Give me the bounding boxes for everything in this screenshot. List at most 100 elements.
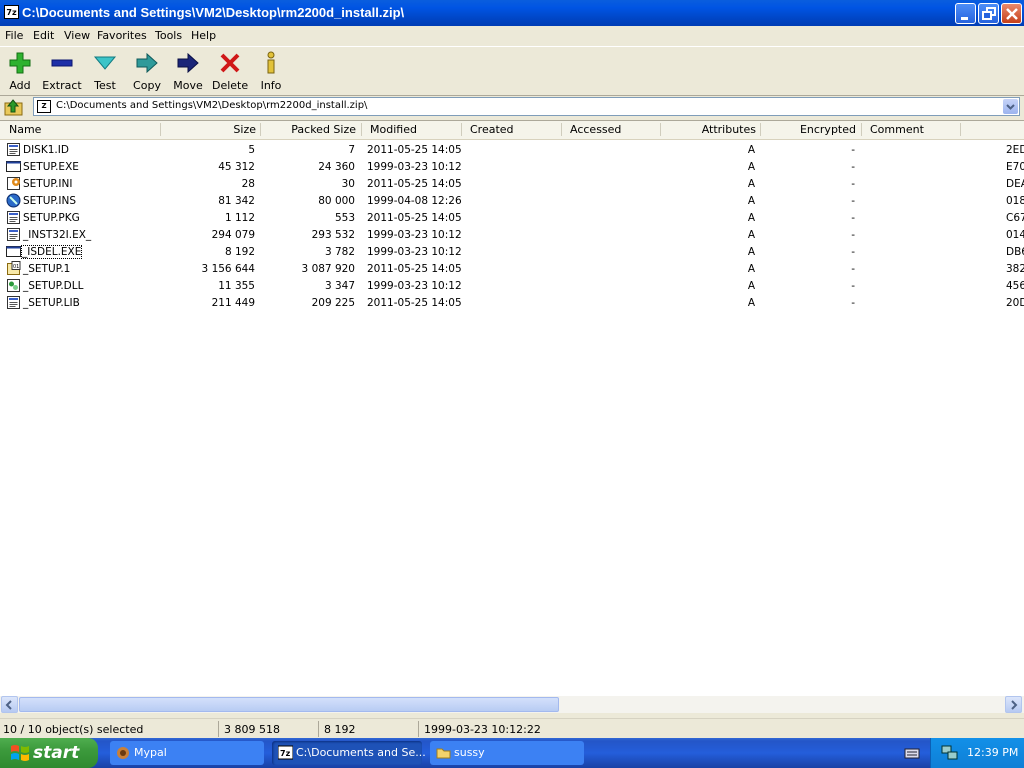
maximize-button[interactable] (978, 3, 999, 24)
move-label: Move (173, 79, 203, 92)
taskbar-item-label: C:\Documents and Se... (296, 746, 426, 759)
mypal-icon (117, 747, 129, 759)
file-size: 28 (241, 178, 255, 190)
delete-icon (220, 53, 240, 73)
file-packed-size: 3 782 (324, 246, 355, 258)
file-row[interactable]: _SETUP.LIB 211 449 209 225 2011-05-25 14:05… (0, 295, 1024, 312)
file-size: 3 156 644 (201, 263, 255, 275)
column-created[interactable]: Created (470, 123, 514, 139)
menu-file[interactable]: File (5, 29, 23, 42)
file-encrypted: - (851, 280, 855, 292)
close-button[interactable] (1001, 3, 1022, 24)
start-button[interactable]: start (0, 738, 98, 768)
column-divider[interactable] (561, 123, 562, 136)
file-size: 5 (248, 144, 255, 156)
horizontal-scrollbar[interactable] (0, 696, 1024, 713)
file-row[interactable]: SETUP.INI 28 30 2011-05-25 14:05 A - DEA (0, 176, 1024, 193)
column-divider[interactable] (361, 123, 362, 136)
file-attributes: A (747, 280, 755, 292)
move-button[interactable]: Move (172, 51, 204, 93)
column-modified[interactable]: Modified (370, 123, 417, 139)
menu-tools[interactable]: Tools (155, 29, 182, 42)
extract-button[interactable]: Extract (42, 51, 82, 93)
file-modified: 2011-05-25 14:05 (367, 178, 462, 190)
column-divider[interactable] (960, 123, 961, 136)
file-crc: 014 (1006, 229, 1024, 241)
menu-edit[interactable]: Edit (33, 29, 54, 42)
info-label: Info (260, 79, 282, 92)
file-row[interactable]: DISK1.ID 5 7 2011-05-25 14:05 A - 2ED (0, 142, 1024, 159)
column-name[interactable]: Name (9, 123, 41, 139)
scrollbar-thumb[interactable] (19, 697, 559, 712)
add-icon (9, 52, 31, 74)
network-icon[interactable] (941, 744, 959, 762)
add-button[interactable]: Add (6, 51, 34, 93)
file-row[interactable]: SETUP.PKG 1 112 553 2011-05-25 14:05 A - C67 (0, 210, 1024, 227)
file-row[interactable]: _ISDEL.EXE 8 192 3 782 1999-03-23 10:12 A - DB… (0, 244, 1024, 261)
column-size[interactable]: Size (161, 123, 256, 139)
file-modified: 2011-05-25 14:05 (367, 297, 462, 309)
file-attributes: A (747, 161, 755, 173)
menu-view[interactable]: View (64, 29, 90, 42)
column-attributes[interactable]: Attributes (661, 123, 756, 139)
column-encrypted[interactable]: Encrypted (761, 123, 856, 139)
toolbar: Add Extract Test Copy Move Delete Info (0, 46, 1024, 96)
file-modified: 1999-03-23 10:12 (367, 229, 462, 241)
test-button[interactable]: Test (91, 51, 119, 93)
folder-up-button[interactable] (4, 97, 24, 117)
windows-logo-icon (11, 745, 29, 761)
file-packed-size: 7 (348, 144, 355, 156)
column-divider[interactable] (461, 123, 462, 136)
column-divider[interactable] (861, 123, 862, 136)
title-bar[interactable]: 7z C:\Documents and Settings\VM2\Desktop… (0, 0, 1024, 26)
7zip-icon: 7z (278, 745, 293, 760)
file-row[interactable]: _INST32I.EX_ 294 079 293 532 1999-03-23 10:… (0, 227, 1024, 244)
taskbar-item-7zip[interactable]: 7z C:\Documents and Se... (272, 741, 426, 765)
file-modified: 2011-05-25 14:05 (367, 144, 462, 156)
file-size: 11 355 (218, 280, 255, 292)
file-list[interactable]: Name Size Packed Size Modified Created A… (0, 120, 1024, 697)
info-icon (267, 51, 275, 74)
keyboard-icon[interactable] (904, 745, 920, 761)
column-accessed[interactable]: Accessed (570, 123, 621, 139)
column-comment[interactable]: Comment (870, 123, 924, 139)
file-modified: 1999-03-23 10:12 (367, 161, 462, 173)
address-dropdown-button[interactable] (1003, 99, 1018, 114)
copy-button[interactable]: Copy (131, 51, 163, 93)
file-packed-size: 209 225 (311, 297, 355, 309)
minimize-button[interactable] (955, 3, 976, 24)
taskbar: start Mypal 7z C:\Documents and Se... su… (0, 738, 1024, 768)
file-size: 45 312 (218, 161, 255, 173)
file-encrypted: - (851, 195, 855, 207)
chevron-right-icon (1011, 700, 1018, 710)
address-bar[interactable]: Z C:\Documents and Settings\VM2\Desktop\… (33, 97, 1020, 116)
file-encrypted: - (851, 178, 855, 190)
file-crc: C67 (1006, 212, 1024, 224)
file-name: SETUP.INS (23, 195, 77, 207)
column-packed-size[interactable]: Packed Size (261, 123, 356, 139)
file-encrypted: - (851, 246, 855, 258)
taskbar-item-sussy[interactable]: sussy (430, 741, 584, 765)
scroll-right-button[interactable] (1005, 696, 1022, 713)
file-name: _SETUP.LIB (23, 297, 80, 309)
delete-button[interactable]: Delete (212, 51, 248, 93)
scroll-left-button[interactable] (1, 696, 18, 713)
taskbar-item-mypal[interactable]: Mypal (110, 741, 264, 765)
file-packed-size: 24 360 (318, 161, 355, 173)
menu-help[interactable]: Help (191, 29, 216, 42)
file-row[interactable]: SETUP.EXE 45 312 24 360 1999-03-23 10:12 A - E… (0, 159, 1024, 176)
ini-icon (7, 177, 20, 190)
file-row[interactable]: 01 _SETUP.1 3 156 644 3 087 920 2011-05-25 1… (0, 261, 1024, 278)
file-attributes: A (747, 297, 755, 309)
close-icon (1006, 8, 1018, 20)
file-attributes: A (747, 195, 755, 207)
minimize-icon (961, 17, 968, 20)
file-row[interactable]: _SETUP.DLL 11 355 3 347 1999-03-23 10:12 A - 4… (0, 278, 1024, 295)
generic-file-icon (7, 296, 20, 309)
start-label: start (33, 743, 80, 763)
file-row[interactable]: SETUP.INS 81 342 80 000 1999-04-08 12:26 A - 0… (0, 193, 1024, 210)
info-button[interactable]: Info (258, 51, 284, 93)
menu-favorites[interactable]: Favorites (97, 29, 147, 42)
file-attributes: A (747, 263, 755, 275)
file-size: 211 449 (211, 297, 255, 309)
